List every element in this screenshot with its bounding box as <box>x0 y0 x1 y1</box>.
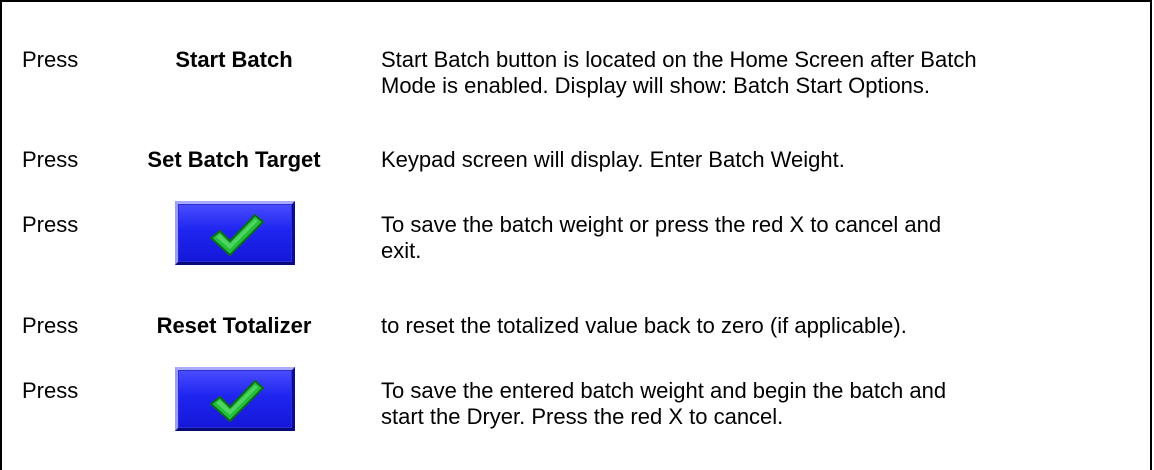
step-description: Start Batch button is located on the Hom… <box>381 47 977 98</box>
step-description: To save the entered batch weight and beg… <box>381 378 947 429</box>
step-command: Press <box>22 147 79 172</box>
step-description: to reset the totalized value back to zer… <box>381 313 907 338</box>
accept-checkmark-button[interactable] <box>175 367 295 431</box>
checkmark-icon <box>210 214 264 256</box>
step-command: Press <box>22 212 79 237</box>
start-batch-key-label: Start Batch <box>175 47 293 72</box>
step-description: Keypad screen will display. Enter Batch … <box>381 147 845 172</box>
reset-totalizer-key-label: Reset Totalizer <box>156 313 312 338</box>
step-command: Press <box>22 47 79 72</box>
accept-checkmark-button[interactable] <box>175 201 295 265</box>
checkmark-icon <box>210 380 264 422</box>
set-batch-target-key-label: Set Batch Target <box>147 147 321 172</box>
step-command: Press <box>22 313 79 338</box>
step-command: Press <box>22 378 79 403</box>
step-description: To save the batch weight or press the re… <box>381 212 942 263</box>
